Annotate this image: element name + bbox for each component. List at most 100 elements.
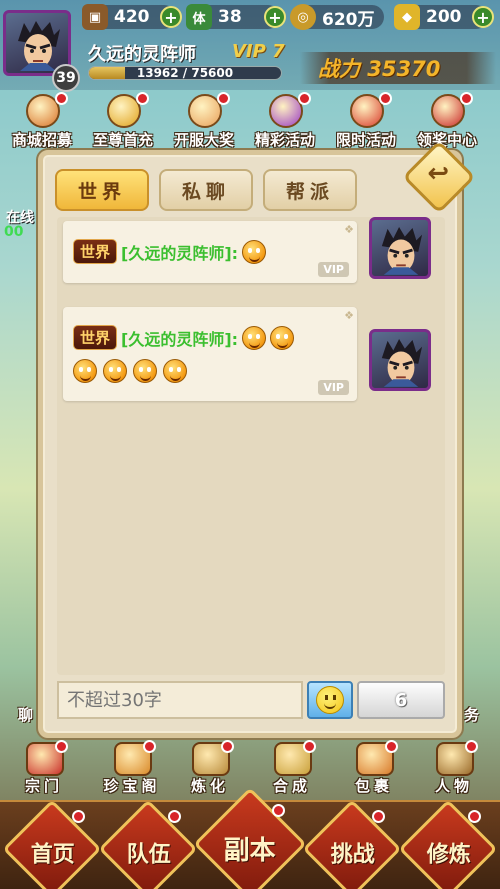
feature-furnace[interactable]: 炼化 <box>170 740 250 798</box>
emoticon-icon <box>133 359 157 383</box>
gold-value: 200 <box>426 7 462 27</box>
emoji-button[interactable] <box>307 681 353 719</box>
vip-tag: VIP <box>318 262 349 277</box>
notification-dot <box>143 740 156 753</box>
tab-world[interactable]: 世界 <box>55 169 149 211</box>
tab-private[interactable]: 私聊 <box>159 169 253 211</box>
nav-label: 挑战 <box>330 841 375 868</box>
top-bar: 39 ▣ 420 + 体 38 + ◎ 620万 ◆ 200 + 久远的灵阵师 … <box>0 0 500 92</box>
stamina-icon: 体 <box>186 4 212 30</box>
player-name: 久远的灵阵师 <box>88 44 196 65</box>
feature-treasure-pavilion[interactable]: 珍宝阁 <box>92 740 172 798</box>
notification-dot <box>379 92 392 105</box>
notification-dot <box>272 804 285 817</box>
feature-compose[interactable]: 合成 <box>252 740 332 798</box>
sender-name[interactable]: [久远的灵阵师]: <box>121 240 238 264</box>
player-portrait <box>18 21 60 71</box>
nav-label: 首页 <box>30 841 75 868</box>
notification-dot <box>168 810 181 823</box>
nav-label: 修炼 <box>426 841 471 868</box>
nav-label: 副本 <box>223 836 276 867</box>
nav-label: 队伍 <box>126 841 171 868</box>
chat-message: ❖ 世界 [久远的灵阵师]: VIP <box>63 221 357 283</box>
stamina-value: 38 <box>218 7 242 27</box>
gold-resource: ◆ 200 + <box>394 4 494 30</box>
chat-sender-avatar[interactable] <box>369 329 431 391</box>
activity-clock[interactable]: 限时活动 <box>326 92 406 152</box>
feature-label: 珍宝阁 <box>103 777 161 795</box>
notification-dot <box>55 92 68 105</box>
activity-recruit[interactable]: 商城招募 <box>2 92 82 152</box>
corner-ornament: ❖ <box>344 223 354 236</box>
notification-dot <box>55 740 68 753</box>
notification-dot <box>221 740 234 753</box>
notification-dot <box>460 92 473 105</box>
activity-gift[interactable]: 精彩活动 <box>245 92 325 152</box>
coin-resource: ◎ 620万 <box>290 4 384 30</box>
corner-ornament: ❖ <box>344 309 354 322</box>
feature-bag[interactable]: 包裹 <box>334 740 414 798</box>
message-line <box>73 359 187 383</box>
feature-label: 包裹 <box>354 777 393 795</box>
nav-team-button[interactable]: 队伍 <box>98 799 198 889</box>
nav-home-button[interactable]: 首页 <box>2 799 102 889</box>
activity-prize[interactable]: 领奖中心 <box>407 92 487 152</box>
channel-tag: 世界 <box>73 325 118 350</box>
feature-sect[interactable]: 宗门 <box>4 740 84 798</box>
notification-dot <box>372 810 385 823</box>
emoticon-icon <box>242 239 267 264</box>
notification-dot <box>72 810 85 823</box>
combat-power-value: 战力 35370 <box>318 57 441 81</box>
feature-label: 炼化 <box>190 777 229 795</box>
notification-dot <box>217 92 230 105</box>
chat-message-list[interactable]: ❖ 世界 [久远的灵阵师]: VIP ❖ 世界 [久远的灵阵师]: VIP <box>57 217 445 675</box>
feature-label: 宗门 <box>24 777 63 795</box>
side-chat-label[interactable]: 聊 <box>18 704 33 725</box>
chat-sender-avatar[interactable] <box>369 217 431 279</box>
stamina-resource: 体 38 + <box>186 4 286 30</box>
feature-character[interactable]: 人物 <box>414 740 494 798</box>
activity-label: 限时活动 <box>335 131 396 149</box>
activity-treasure-chest[interactable]: 至尊首充 <box>83 92 163 152</box>
exp-bar: 13962 / 75600 <box>88 66 282 80</box>
add-gold-button[interactable]: + <box>472 6 494 28</box>
activity-bear-mascot[interactable]: 开服大奖 <box>164 92 244 152</box>
sender-name[interactable]: [久远的灵阵师]: <box>121 326 238 350</box>
vip-level: VIP 7 <box>232 41 285 62</box>
add-food-button[interactable]: + <box>160 6 182 28</box>
emoticon-icon <box>163 359 187 383</box>
nav-cultivate-button[interactable]: 修炼 <box>398 799 498 889</box>
notification-dot <box>136 92 149 105</box>
emoticon-icon <box>73 359 97 383</box>
notification-dot <box>468 810 481 823</box>
add-stamina-button[interactable]: + <box>264 6 286 28</box>
sender-portrait <box>381 227 423 275</box>
notification-dot <box>465 740 478 753</box>
chat-input-row: 6 <box>57 681 445 721</box>
emoticon-icon <box>270 325 295 350</box>
emoticon-icon <box>242 325 267 350</box>
activity-bar: 商城招募 至尊首充 开服大奖 精彩活动 限时活动 领奖中心 <box>0 92 500 152</box>
food-resource: ▣ 420 + <box>82 4 182 30</box>
emoticon-icon <box>103 359 127 383</box>
smiley-icon <box>316 686 344 714</box>
activity-label: 商城招募 <box>11 131 72 149</box>
nav-dungeon-button[interactable]: 副本 <box>193 787 307 889</box>
notification-dot <box>385 740 398 753</box>
coin-value: 620万 <box>322 9 375 30</box>
player-level-badge: 39 <box>52 64 80 92</box>
feature-label: 合成 <box>272 777 311 795</box>
exp-text: 13962 / 75600 <box>136 66 234 80</box>
message-line: 世界 [久远的灵阵师]: <box>73 239 267 264</box>
vip-tag: VIP <box>318 380 349 395</box>
tab-guild[interactable]: 帮派 <box>263 169 357 211</box>
food-icon: ▣ <box>82 4 108 30</box>
activity-label: 领奖中心 <box>416 131 477 149</box>
notification-dot <box>298 92 311 105</box>
gold-ingot-icon: ◆ <box>394 4 420 30</box>
chat-input[interactable] <box>57 681 303 719</box>
channel-tag: 世界 <box>73 239 118 264</box>
send-button[interactable]: 6 <box>357 681 445 719</box>
nav-challenge-button[interactable]: 挑战 <box>302 799 402 889</box>
side-task-label[interactable]: 务 <box>464 704 479 725</box>
